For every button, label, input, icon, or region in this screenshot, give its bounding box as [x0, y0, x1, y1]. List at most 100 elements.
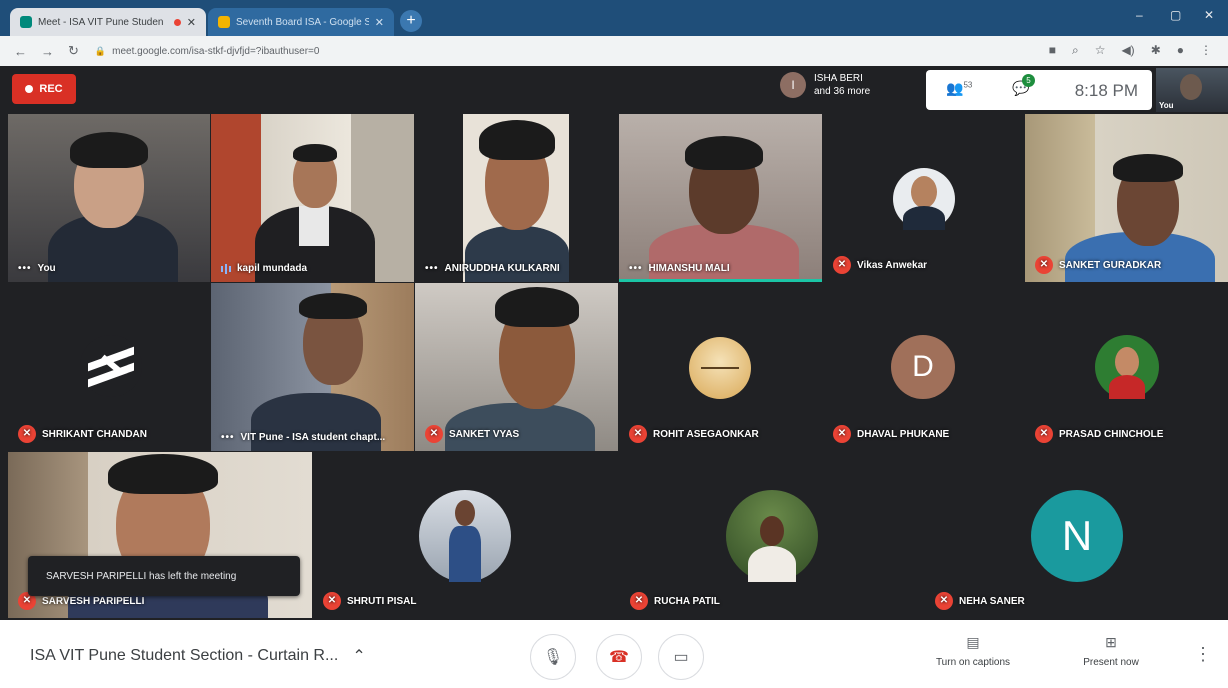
participant-tile[interactable]: kapil mundada [211, 114, 414, 282]
mic-off-icon: ✕ [1035, 425, 1053, 443]
url-text: meet.google.com/isa-stkf-djvfjd=?ibauthu… [112, 45, 320, 57]
camera-button[interactable]: ▭ [658, 634, 704, 680]
participant-name: PRASAD CHINCHOLE [1059, 428, 1164, 440]
participant-tile[interactable]: ✕ Vikas Anwekar [823, 114, 1024, 282]
meet-favicon-icon [20, 16, 32, 28]
participant-tile[interactable]: ••• You [8, 114, 210, 282]
camera-icon: ▭ [673, 649, 689, 666]
audio-level-icon [221, 263, 231, 274]
meeting-details-button[interactable]: ISA VIT Pune Student Section - Curtain R… [30, 646, 366, 666]
mic-off-icon: ✕ [630, 592, 648, 610]
forward-icon[interactable]: → [41, 44, 54, 59]
browser-toolbar-icons: ■ ⌕ ☆ ◀) ✱ ● ⋮ [1049, 43, 1212, 58]
participant-tile[interactable]: ••• ANIRUDDHA KULKARNI [415, 114, 618, 282]
address-bar-row: ← → ↻ 🔒 meet.google.com/isa-stkf-djvfjd=… [0, 36, 1228, 66]
participant-name: ISHA BERI [814, 73, 863, 84]
avatar [893, 168, 955, 230]
new-tab-button[interactable]: + [400, 10, 422, 32]
recording-badge: REC [12, 74, 76, 104]
back-icon[interactable]: ← [14, 44, 27, 59]
lock-icon: 🔒 [94, 45, 107, 56]
star-icon[interactable]: ☆ [1095, 43, 1106, 58]
speaking-indicator [619, 279, 822, 282]
mic-off-icon: ✕ [833, 425, 851, 443]
participant-tile[interactable]: ••• VIT Pune - ISA student chapt... [211, 283, 414, 451]
avatar [419, 490, 511, 582]
participant-tile[interactable]: N ✕ NEHA SANER [925, 452, 1228, 618]
more-options-icon[interactable]: ••• [629, 263, 643, 274]
mic-off-icon: ✕ [935, 592, 953, 610]
slides-favicon-icon [218, 16, 230, 28]
captions-button[interactable]: ▤ Turn on captions [918, 634, 1028, 668]
participant-name: RUCHA PATIL [654, 595, 720, 607]
participant-name: kapil mundada [237, 263, 308, 274]
minimize-button[interactable]: – [1136, 8, 1143, 22]
close-tab-icon[interactable]: ✕ [187, 16, 196, 29]
participant-name: NEHA SANER [959, 595, 1025, 607]
menu-icon[interactable]: ⋮ [1200, 43, 1212, 58]
url-field[interactable]: 🔒 meet.google.com/isa-stkf-djvfjd=?ibaut… [95, 46, 320, 57]
meeting-info-panel: 👥53 💬 5 8:18 PM [926, 70, 1152, 110]
tab-meet[interactable]: Meet - ISA VIT Pune Studen ✕ [10, 8, 206, 36]
leave-call-button[interactable]: ☎ [596, 634, 642, 680]
notification-toast: SARVESH PARIPELLI has left the meeting [28, 556, 300, 596]
participant-tile[interactable]: ✕ SANKET GURADKAR [1025, 114, 1228, 282]
extension-icon[interactable]: ✱ [1151, 43, 1161, 58]
microphone-icon: 🎙 [542, 649, 564, 666]
participant-name: VIT Pune - ISA student chapt... [240, 432, 386, 443]
zoom-icon[interactable]: ⌕ [1072, 43, 1079, 58]
meet-top-bar: REC I ISHA BERI and 36 more 👥53 💬 5 8:18 … [0, 66, 1228, 114]
rec-label: REC [39, 83, 63, 95]
participant-tile[interactable]: ✕ ROHIT ASEGAONKAR [619, 283, 822, 451]
meeting-name: ISA VIT Pune Student Section - Curtain R… [30, 647, 339, 664]
chat-button[interactable]: 💬 5 [1012, 74, 1035, 97]
more-options-icon[interactable]: ••• [425, 263, 439, 274]
video-feed [1180, 74, 1202, 100]
hang-up-icon: ☎ [609, 649, 629, 666]
people-icon: 👥 [946, 80, 964, 96]
present-now-button[interactable]: ⊞ Present now [1056, 634, 1166, 668]
recording-indicator-icon [173, 18, 181, 26]
participant-tile[interactable]: ✕ SHRUTI PISAL [313, 452, 619, 618]
close-window-button[interactable]: ✕ [1204, 8, 1214, 22]
self-view-thumbnail[interactable]: You [1156, 68, 1228, 112]
participant-name: Vikas Anwekar [857, 259, 928, 271]
self-label: You [1159, 101, 1174, 110]
participant-name: SHRIKANT CHANDAN [42, 428, 147, 440]
sound-icon[interactable]: ◀) [1121, 43, 1134, 58]
participant-name: HIMANSHU MALI [648, 263, 730, 274]
meeting-controls-bar: ISA VIT Pune Student Section - Curtain R… [0, 620, 1228, 688]
tab-slides[interactable]: Seventh Board ISA - Google Slides ✕ [208, 8, 394, 36]
participant-name: SARVESH PARIPELLI [42, 595, 145, 607]
people-button[interactable]: 👥53 [946, 80, 972, 97]
participant-name: SANKET GURADKAR [1059, 259, 1162, 271]
profile-icon[interactable]: ● [1177, 43, 1184, 58]
present-icon: ⊞ [1105, 634, 1117, 650]
participant-tile[interactable]: ✕ SHRIKANT CHANDAN [8, 283, 210, 451]
more-options-icon[interactable]: ••• [221, 432, 235, 443]
participant-tile[interactable]: ✕ PRASAD CHINCHOLE [1025, 283, 1228, 451]
participant-name: You [37, 263, 56, 274]
participant-tile[interactable]: D ✕ DHAVAL PHUKANE [823, 283, 1024, 451]
chat-badge: 5 [1022, 74, 1035, 87]
avatar: D [891, 335, 955, 399]
participant-more: and 36 more [814, 86, 871, 97]
mic-off-icon: ✕ [1035, 256, 1053, 274]
microphone-button[interactable]: 🎙 [530, 634, 576, 680]
mic-off-icon: ✕ [833, 256, 851, 274]
close-tab-icon[interactable]: ✕ [375, 16, 384, 29]
participant-tile[interactable]: ✕ RUCHA PATIL [620, 452, 924, 618]
avatar [726, 490, 818, 582]
participant-tile[interactable]: ••• HIMANSHU MALI [619, 114, 822, 282]
participant-tile[interactable]: ✕ SANKET VYAS [415, 283, 618, 451]
mic-off-icon: ✕ [323, 592, 341, 610]
captions-icon: ▤ [966, 634, 980, 650]
more-options-icon[interactable]: ••• [18, 263, 32, 274]
maximize-button[interactable]: ▢ [1170, 8, 1181, 22]
participant-name: SANKET VYAS [449, 428, 520, 440]
reload-icon[interactable]: ↻ [68, 43, 79, 59]
participants-summary: I ISHA BERI and 36 more [780, 72, 870, 98]
camera-icon[interactable]: ■ [1049, 43, 1056, 58]
more-options-icon[interactable]: ⋮ [1194, 644, 1212, 665]
captions-label: Turn on captions [935, 657, 1011, 668]
